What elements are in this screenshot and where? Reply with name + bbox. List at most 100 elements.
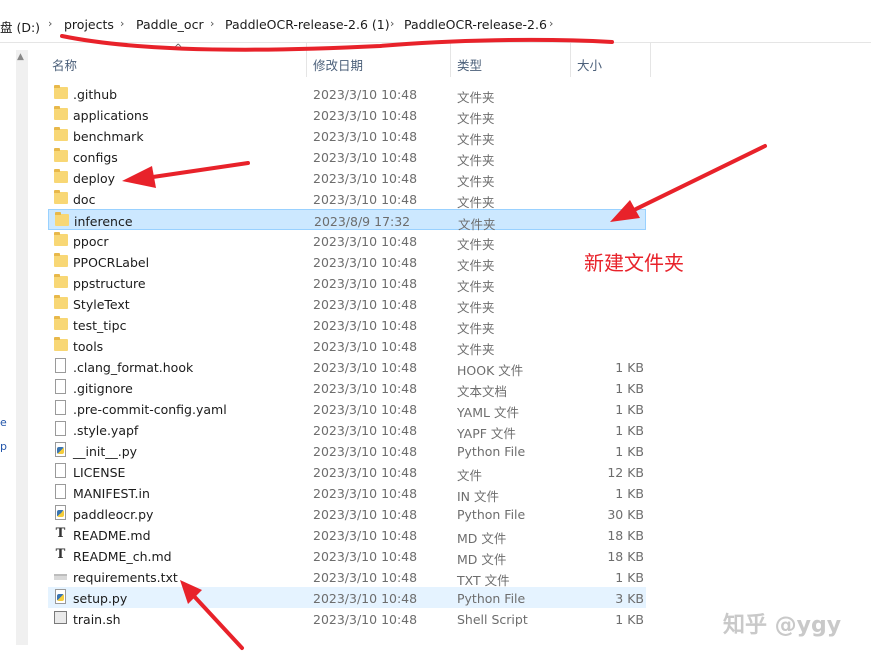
file-row[interactable]: ppocr 2023/3/10 10:48 文件夹	[48, 230, 646, 252]
file-row[interactable]: StyleText 2023/3/10 10:48 文件夹	[48, 293, 646, 315]
folder-icon	[54, 253, 68, 267]
file-row[interactable]: .clang_format.hook 2023/3/10 10:48 HOOK 文件…	[48, 356, 646, 378]
file-name: requirements.txt	[73, 570, 178, 585]
column-divider[interactable]	[570, 43, 571, 77]
file-name: ppstructure	[73, 276, 146, 291]
file-modified-date: 2023/3/10 10:48	[313, 360, 418, 375]
file-name: README.md	[73, 528, 151, 543]
file-modified-date: 2023/3/10 10:48	[313, 444, 418, 459]
python-file-icon	[55, 442, 66, 457]
file-size: 1 KB	[615, 444, 644, 459]
column-header-date[interactable]: 修改日期	[313, 55, 363, 74]
chevron-right-icon[interactable]: ›	[390, 17, 394, 30]
file-type: Shell Script	[457, 612, 528, 627]
file-modified-date: 2023/3/10 10:48	[313, 129, 418, 144]
chevron-right-icon[interactable]: ›	[549, 17, 553, 30]
file-modified-date: 2023/3/10 10:48	[313, 150, 418, 165]
folder-icon	[55, 212, 69, 226]
file-modified-date: 2023/3/10 10:48	[313, 171, 418, 186]
file-row[interactable]: train.sh 2023/3/10 10:48 Shell Script 1 KB	[48, 608, 646, 629]
file-modified-date: 2023/3/10 10:48	[313, 402, 418, 417]
file-name: __init__.py	[73, 444, 138, 459]
folder-icon	[54, 337, 68, 351]
file-row[interactable]: ppstructure 2023/3/10 10:48 文件夹	[48, 272, 646, 294]
file-icon	[55, 463, 66, 478]
file-name: LICENSE	[73, 465, 126, 480]
file-row[interactable]: T README_ch.md 2023/3/10 10:48 MD 文件 18 KB	[48, 545, 646, 567]
file-modified-date: 2023/3/10 10:48	[313, 192, 418, 207]
scrollbar[interactable]	[16, 50, 28, 645]
file-name: doc	[73, 192, 96, 207]
breadcrumb-projects[interactable]: projects	[64, 17, 114, 32]
file-row[interactable]: doc 2023/3/10 10:48 文件夹	[48, 188, 646, 210]
file-row[interactable]: .gitignore 2023/3/10 10:48 文本文档 1 KB	[48, 377, 646, 399]
file-name: ppocr	[73, 234, 109, 249]
file-row[interactable]: applications 2023/3/10 10:48 文件夹	[48, 104, 646, 126]
shell-script-icon	[54, 611, 67, 624]
file-name: README_ch.md	[73, 549, 172, 564]
file-row[interactable]: tools 2023/3/10 10:48 文件夹	[48, 335, 646, 357]
file-row[interactable]: T README.md 2023/3/10 10:48 MD 文件 18 KB	[48, 524, 646, 546]
file-row[interactable]: paddleocr.py 2023/3/10 10:48 Python File 30…	[48, 503, 646, 524]
chevron-right-icon[interactable]: ›	[48, 17, 52, 30]
chevron-right-icon[interactable]: ›	[210, 17, 214, 30]
column-header-name[interactable]: 名称	[52, 55, 77, 74]
file-modified-date: 2023/3/10 10:48	[313, 549, 418, 564]
file-row[interactable]: PPOCRLabel 2023/3/10 10:48 文件夹	[48, 251, 646, 273]
file-row[interactable]: setup.py 2023/3/10 10:48 Python File 3 KB	[48, 587, 646, 608]
file-row[interactable]: LICENSE 2023/3/10 10:48 文件 12 KB	[48, 461, 646, 483]
markdown-file-icon: T	[55, 547, 66, 562]
breadcrumb-drive[interactable]: 盘 (D:)	[0, 17, 40, 36]
file-modified-date: 2023/3/10 10:48	[313, 297, 418, 312]
scroll-up-icon[interactable]: ▲	[17, 52, 24, 62]
nav-pane-text: p	[0, 440, 7, 453]
file-row[interactable]: .pre-commit-config.yaml 2023/3/10 10:48 YA…	[48, 398, 646, 420]
column-divider[interactable]	[650, 43, 651, 77]
file-size: 1 KB	[615, 423, 644, 438]
file-modified-date: 2023/3/10 10:48	[313, 318, 418, 333]
file-size: 18 KB	[607, 549, 644, 564]
breadcrumb-paddle-ocr[interactable]: Paddle_ocr	[136, 17, 204, 32]
file-row[interactable]: configs 2023/3/10 10:48 文件夹	[48, 146, 646, 168]
file-row[interactable]: MANIFEST.in 2023/3/10 10:48 IN 文件 1 KB	[48, 482, 646, 504]
breadcrumb-release-copy[interactable]: PaddleOCR-release-2.6 (1)	[225, 17, 390, 32]
annotation-label: 新建文件夹	[584, 251, 684, 275]
file-row[interactable]: test_tipc 2023/3/10 10:48 文件夹	[48, 314, 646, 336]
file-icon	[55, 379, 66, 394]
file-size: 18 KB	[607, 528, 644, 543]
file-modified-date: 2023/3/10 10:48	[313, 381, 418, 396]
python-file-icon	[55, 505, 66, 520]
file-row[interactable]: .style.yapf 2023/3/10 10:48 YAPF 文件 1 KB	[48, 419, 646, 441]
column-header-type[interactable]: 类型	[457, 55, 482, 74]
file-name: .gitignore	[73, 381, 133, 396]
file-size: 1 KB	[615, 360, 644, 375]
file-icon	[55, 484, 66, 499]
address-bar[interactable]: 盘 (D:) › projects › Paddle_ocr › PaddleO…	[0, 0, 871, 43]
file-row[interactable]: inference 2023/8/9 17:32 文件夹	[48, 209, 646, 232]
file-name: train.sh	[73, 612, 121, 627]
file-row[interactable]: benchmark 2023/3/10 10:48 文件夹	[48, 125, 646, 147]
file-modified-date: 2023/3/10 10:48	[313, 591, 418, 606]
folder-icon	[54, 106, 68, 120]
file-icon	[55, 400, 66, 415]
breadcrumb-release[interactable]: PaddleOCR-release-2.6	[404, 17, 547, 32]
sort-ascending-icon: ^	[174, 43, 183, 54]
file-modified-date: 2023/3/10 10:48	[313, 570, 418, 585]
column-header-size[interactable]: 大小	[577, 55, 602, 74]
column-divider[interactable]	[306, 43, 307, 77]
file-row[interactable]: deploy 2023/3/10 10:48 文件夹	[48, 167, 646, 189]
folder-icon	[54, 148, 68, 162]
file-name: .style.yapf	[73, 423, 139, 438]
file-name: paddleocr.py	[73, 507, 154, 522]
folder-icon	[54, 169, 68, 183]
file-name: tools	[73, 339, 104, 354]
file-name: configs	[73, 150, 118, 165]
file-row[interactable]: __init__.py 2023/3/10 10:48 Python File 1 K…	[48, 440, 646, 461]
arrow-to-inference	[630, 144, 767, 213]
chevron-right-icon[interactable]: ›	[120, 17, 124, 30]
column-divider[interactable]	[450, 43, 451, 77]
file-row[interactable]: requirements.txt 2023/3/10 10:48 TXT 文件 1 K…	[48, 566, 646, 588]
folder-icon	[54, 274, 68, 288]
file-row[interactable]: .github 2023/3/10 10:48 文件夹	[48, 83, 646, 105]
watermark: 知乎 @ygy	[723, 613, 842, 638]
